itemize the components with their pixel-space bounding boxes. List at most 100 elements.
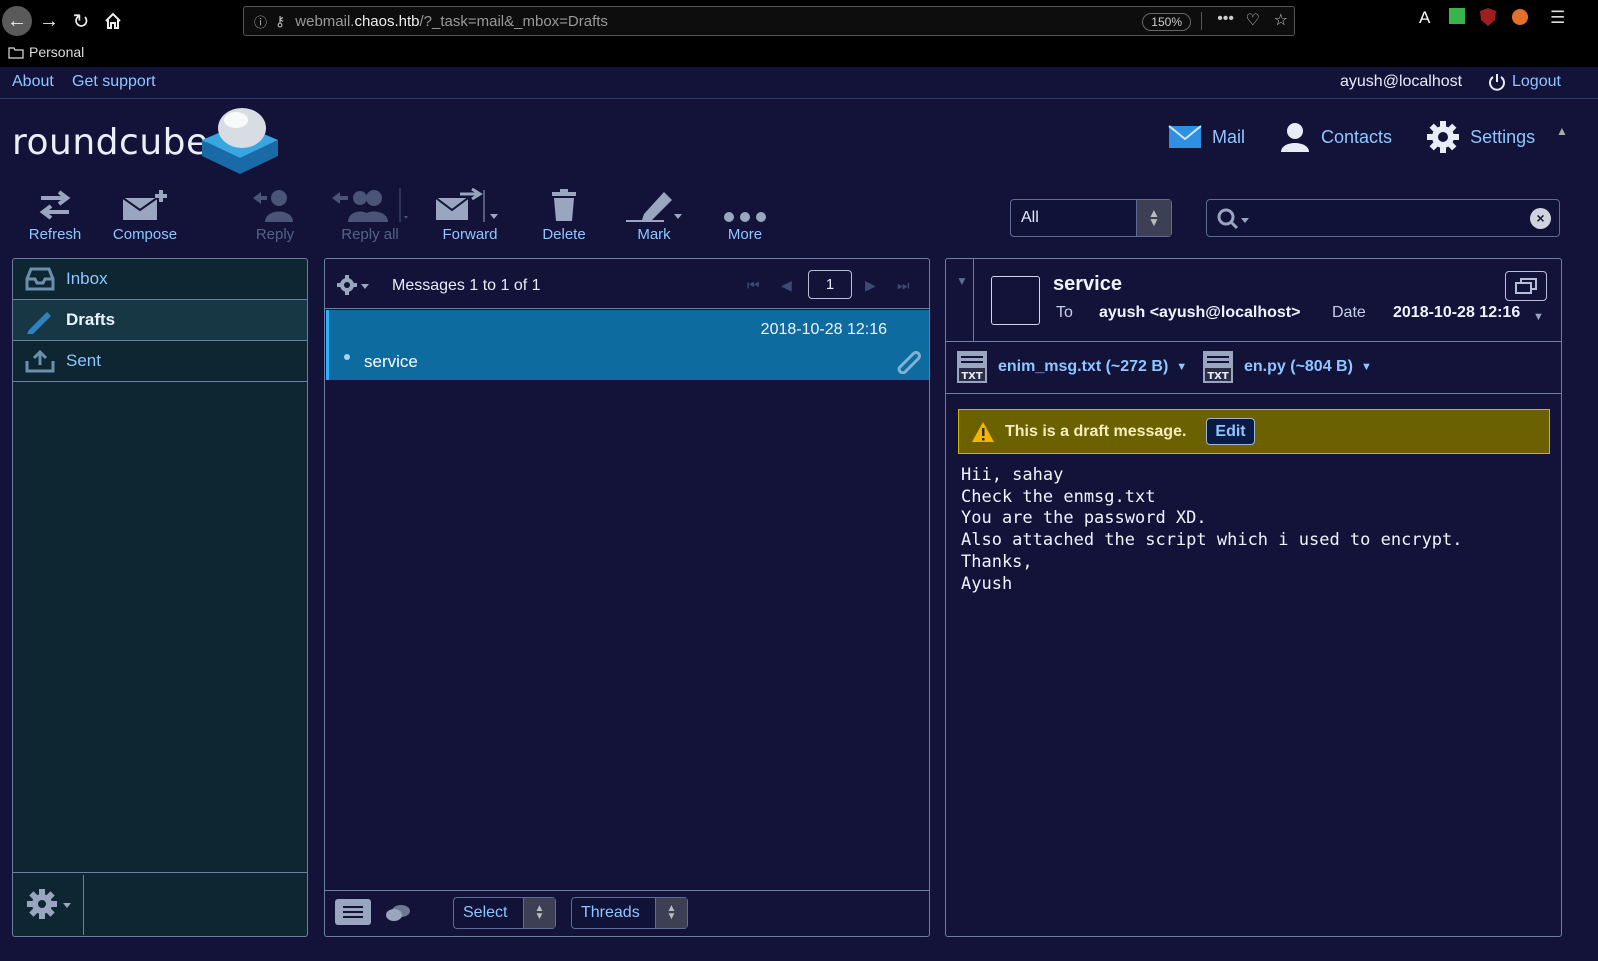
search-box: × xyxy=(1206,199,1560,237)
message-date: 2018-10-28 12:16 xyxy=(760,321,887,338)
task-contacts[interactable]: Contacts xyxy=(1279,122,1392,152)
reload-icon[interactable]: ↻ xyxy=(66,6,96,36)
folder-drafts[interactable]: Drafts xyxy=(13,300,307,341)
logo-box-icon xyxy=(202,108,278,174)
date-label: Date xyxy=(1332,304,1366,321)
next-page-icon[interactable]: ▶ xyxy=(865,277,876,294)
thread-view-icon[interactable] xyxy=(385,903,411,928)
extension-green-icon[interactable] xyxy=(1449,8,1465,29)
select-arrows-icon: ▲ ▼ xyxy=(1136,200,1171,236)
list-options-gear-icon[interactable] xyxy=(337,275,375,302)
message-row[interactable]: 2018-10-28 12:16 service xyxy=(326,310,929,380)
folder-icon xyxy=(8,46,24,59)
marker-pen-icon xyxy=(626,192,682,222)
mark-button[interactable]: Mark xyxy=(614,188,694,243)
more-actions-icon[interactable]: ••• xyxy=(1217,10,1234,28)
task-navigation: Mail Contacts Settings ▲ xyxy=(1168,118,1569,156)
gear-icon xyxy=(1427,121,1460,153)
search-input[interactable] xyxy=(1255,206,1525,230)
sent-tray-icon xyxy=(25,349,55,373)
about-link[interactable]: About xyxy=(12,73,54,91)
search-icon[interactable] xyxy=(1217,208,1253,235)
folder-inbox[interactable]: Inbox xyxy=(13,259,307,300)
message-list-footer: Select ▲ ▼ Threads ▲ ▼ xyxy=(325,890,929,936)
last-page-icon[interactable]: ⏭ xyxy=(897,277,910,294)
folder-sent[interactable]: Sent xyxy=(13,341,307,382)
top-line: About Get support ayush@localhost Logout xyxy=(0,67,1598,99)
forward-arrow-icon[interactable]: → xyxy=(34,6,64,36)
refresh-button[interactable]: Refresh xyxy=(15,188,95,243)
svg-text:TXT: TXT xyxy=(1207,371,1229,382)
roundcube-logo: roundcube xyxy=(12,104,278,176)
unread-dot-icon[interactable] xyxy=(344,354,350,360)
pocket-icon[interactable]: ♡ xyxy=(1246,10,1260,30)
reply-icon xyxy=(253,190,293,222)
trash-icon xyxy=(552,189,576,221)
collapse-header-icon[interactable]: ▲ xyxy=(1556,124,1568,138)
compose-button[interactable]: Compose xyxy=(105,188,185,243)
bookmark-folder-personal[interactable]: Personal xyxy=(8,44,84,60)
task-mail[interactable]: Mail xyxy=(1168,125,1245,149)
envelope-icon xyxy=(1168,125,1202,148)
first-page-icon[interactable]: ⏮ xyxy=(747,277,760,294)
to-label: To xyxy=(1056,304,1073,321)
message-subject: service xyxy=(364,352,418,371)
pencil-icon xyxy=(27,312,51,334)
select-dropdown[interactable]: Select ▲ ▼ xyxy=(453,897,556,929)
folder-options-gear-icon[interactable] xyxy=(27,887,77,926)
attachment-list: TXT enim_msg.txt (~272 B) ▼ TXT en.py (~… xyxy=(946,342,1561,394)
logout-link[interactable]: Logout xyxy=(1488,73,1561,91)
message-list: Messages 1 to 1 of 1 ⏮ ◀ 1 ▶ ⏭ 2018-10-2… xyxy=(324,258,930,937)
toggle-headers-icon[interactable]: ▼ xyxy=(956,274,968,288)
attachment-item[interactable]: TXT en.py (~804 B) ▼ xyxy=(1202,350,1372,384)
header-details-chevron-icon[interactable]: ▼ xyxy=(1533,311,1544,323)
inbox-icon xyxy=(25,267,55,291)
attachment-item[interactable]: TXT enim_msg.txt (~272 B) ▼ xyxy=(956,350,1187,384)
get-support-link[interactable]: Get support xyxy=(72,73,156,91)
txt-file-icon: TXT xyxy=(957,351,987,383)
forward-button[interactable]: Forward xyxy=(430,188,510,243)
attachment-menu-chevron-icon[interactable]: ▼ xyxy=(1176,361,1187,373)
filter-select[interactable]: All ▲ ▼ xyxy=(1010,199,1172,237)
username: ayush@localhost xyxy=(1340,73,1463,90)
reply-button[interactable]: Reply xyxy=(235,188,315,243)
folder-list: Inbox Drafts Sent xyxy=(12,258,308,937)
more-dots-icon xyxy=(724,212,766,222)
task-settings[interactable]: Settings xyxy=(1426,120,1535,154)
previous-page-icon[interactable]: ◀ xyxy=(781,277,792,294)
zoom-level[interactable]: 150% xyxy=(1142,13,1191,31)
bookmark-star-icon[interactable]: ☆ xyxy=(1274,10,1288,30)
to-value[interactable]: ayush <ayush@localhost> xyxy=(1099,304,1300,322)
svg-text:TXT: TXT xyxy=(961,371,983,382)
url-bar[interactable]: ⓘ ⚷ webmail.chaos.htb/?_task=mail&_mbox=… xyxy=(243,6,1295,36)
reply-all-button[interactable]: Reply all xyxy=(322,188,418,243)
forward-envelope-icon xyxy=(435,188,498,222)
message-list-header: Messages 1 to 1 of 1 ⏮ ◀ 1 ▶ ⏭ xyxy=(325,259,929,309)
more-button[interactable]: More xyxy=(705,188,785,243)
home-icon[interactable] xyxy=(98,6,128,36)
select-arrows-icon: ▲ ▼ xyxy=(523,898,555,928)
foxyproxy-icon[interactable] xyxy=(1511,8,1529,31)
url-text: webmail.chaos.htb/?_task=mail&_mbox=Draf… xyxy=(295,12,608,30)
preview-subject: service xyxy=(1053,273,1122,295)
attachment-menu-chevron-icon[interactable]: ▼ xyxy=(1361,361,1372,373)
message-preview: ▼ service To ayush <ayush@localhost> Dat… xyxy=(945,258,1562,937)
warning-icon xyxy=(972,421,994,442)
open-in-new-window-button[interactable] xyxy=(1505,271,1547,301)
message-body: Hii, sahay Check the enmsg.txt You are t… xyxy=(961,465,1463,594)
compose-envelope-icon xyxy=(122,190,167,220)
page-number-input[interactable]: 1 xyxy=(808,270,852,299)
reply-all-icon xyxy=(332,188,408,222)
date-value: 2018-10-28 12:16 xyxy=(1393,304,1521,321)
draft-notice: This is a draft message. Edit xyxy=(958,409,1550,454)
threads-dropdown[interactable]: Threads ▲ ▼ xyxy=(571,897,688,929)
edit-draft-button[interactable]: Edit xyxy=(1206,418,1255,445)
info-icon[interactable]: ⓘ xyxy=(254,12,267,31)
delete-button[interactable]: Delete xyxy=(524,188,604,243)
reader-icon[interactable]: A xyxy=(1419,8,1430,28)
clear-search-icon[interactable]: × xyxy=(1530,208,1551,229)
menu-icon[interactable]: ☰ xyxy=(1550,8,1565,28)
list-view-icon[interactable] xyxy=(335,899,371,930)
ublock-icon[interactable] xyxy=(1480,8,1496,31)
back-arrow-icon[interactable]: ← xyxy=(2,6,32,36)
